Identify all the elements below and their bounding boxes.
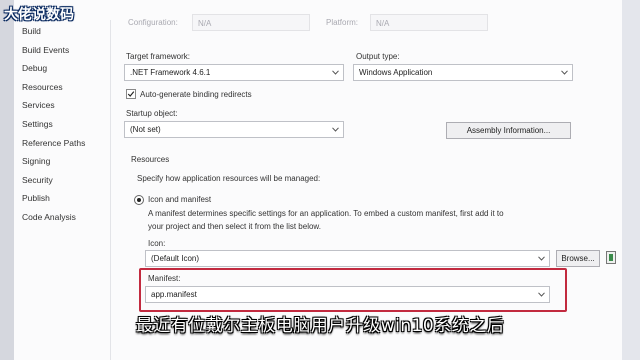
output-type-value: Windows Application — [359, 68, 433, 77]
sidebar-item-code-analysis[interactable]: Code Analysis — [14, 208, 110, 227]
sidebar-item-publish[interactable]: Publish — [14, 189, 110, 208]
platform-value: N/A — [376, 19, 390, 28]
output-type-select[interactable]: Windows Application — [353, 64, 573, 81]
sidebar-item-build[interactable]: Build — [14, 22, 110, 41]
sidebar-item-settings[interactable]: Settings — [14, 115, 110, 134]
project-properties-window: Configuration: N/A Platform: N/A Build B… — [0, 0, 640, 360]
sidebar: Build Build Events Debug Resources Servi… — [14, 22, 110, 227]
sidebar-item-resources[interactable]: Resources — [14, 78, 110, 97]
icon-manifest-description-line-2: your project and then select it from the… — [148, 221, 321, 231]
browse-button[interactable]: Browse... — [556, 250, 600, 267]
configuration-value: N/A — [198, 19, 212, 28]
manifest-select[interactable]: app.manifest — [145, 286, 550, 303]
resources-heading: Resources — [131, 155, 170, 164]
configuration-label: Configuration: — [128, 18, 178, 27]
auto-binding-checkbox[interactable] — [126, 89, 136, 99]
icon-value: (Default Icon) — [151, 254, 200, 263]
resources-description: Specify how application resources will b… — [137, 174, 321, 183]
sidebar-item-debug[interactable]: Debug — [14, 59, 110, 78]
startup-object-value: (Not set) — [130, 125, 161, 134]
sidebar-item-signing[interactable]: Signing — [14, 152, 110, 171]
platform-label: Platform: — [326, 18, 359, 27]
video-subtitle: 最近有位戴尔主板电脑用户升级win10系统之后 — [135, 316, 505, 336]
icon-preview-icon — [606, 251, 616, 264]
platform-dropdown[interactable]: N/A — [370, 14, 488, 31]
chevron-down-icon — [538, 256, 545, 261]
icon-manifest-label: Icon and manifest — [148, 195, 212, 204]
target-framework-select[interactable]: .NET Framework 4.6.1 — [124, 64, 344, 81]
left-gutter — [0, 0, 14, 360]
sidebar-item-reference-paths[interactable]: Reference Paths — [14, 134, 110, 153]
manifest-value: app.manifest — [151, 290, 197, 299]
assembly-information-button[interactable]: Assembly Information... — [446, 122, 571, 139]
chevron-down-icon — [561, 70, 568, 75]
manifest-label: Manifest: — [148, 274, 181, 283]
icon-manifest-description-line-1: A manifest determines specific settings … — [148, 209, 504, 218]
sidebar-divider — [110, 20, 111, 360]
target-framework-value: .NET Framework 4.6.1 — [130, 68, 211, 77]
configuration-dropdown[interactable]: N/A — [192, 14, 310, 31]
chevron-down-icon — [332, 70, 339, 75]
output-type-label: Output type: — [356, 52, 400, 61]
icon-manifest-description: A manifest determines specific settings … — [148, 208, 588, 233]
auto-binding-label: Auto-generate binding redirects — [140, 90, 252, 99]
sidebar-item-build-events[interactable]: Build Events — [14, 41, 110, 60]
target-framework-label: Target framework: — [126, 52, 191, 61]
right-gutter — [622, 0, 640, 360]
icon-select[interactable]: (Default Icon) — [145, 250, 550, 267]
startup-object-select[interactable]: (Not set) — [124, 121, 344, 138]
configuration-bar: Configuration: N/A Platform: N/A — [120, 10, 600, 36]
chevron-down-icon — [332, 127, 339, 132]
checkmark-icon — [127, 91, 135, 97]
startup-object-label: Startup object: — [126, 109, 178, 118]
icon-label: Icon: — [148, 239, 166, 248]
sidebar-item-security[interactable]: Security — [14, 171, 110, 190]
chevron-down-icon — [538, 292, 545, 297]
channel-watermark: 大佬说数码 — [4, 7, 74, 23]
icon-manifest-radio[interactable] — [134, 195, 144, 205]
sidebar-item-services[interactable]: Services — [14, 96, 110, 115]
